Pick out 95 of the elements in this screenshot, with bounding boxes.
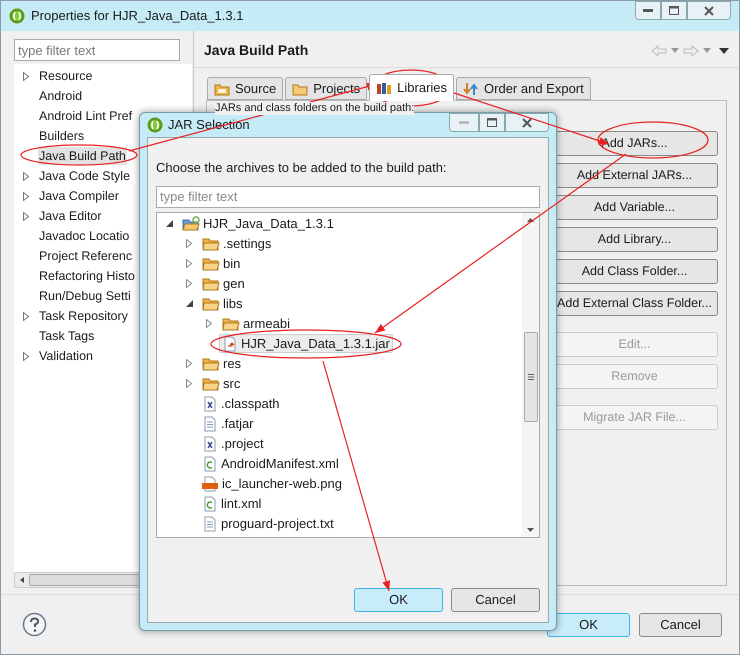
prompt-text: Choose the archives to be added to the build path: [156,159,448,177]
folder-icon [202,376,220,392]
tree-item[interactable]: ic_launcher-web.png [199,474,345,493]
close-button[interactable] [687,1,731,20]
maximize-button[interactable] [479,113,505,132]
expand-arrow-icon[interactable] [23,72,29,80]
folder-icon [214,82,230,96]
minimize-icon [459,120,469,124]
expand-arrow-icon[interactable] [23,212,29,220]
tree-item[interactable]: Task Tags [14,326,96,346]
dialog-button[interactable]: Cancel [639,612,722,636]
tree-item[interactable]: Java Editor [14,206,103,226]
page-title: Java Build Path [204,41,308,60]
minimize-button[interactable] [635,1,661,20]
folder-icon [202,256,220,272]
folder-icon [202,356,220,372]
scrollbar-thumb[interactable] [524,332,538,422]
collapse-arrow-icon[interactable] [186,300,192,307]
dialog-button[interactable]: Cancel [451,588,540,612]
tree-item[interactable]: Java Code Style [14,166,132,186]
xml-file-icon [202,436,218,452]
filter-field[interactable]: type filter text [14,39,180,61]
expand-arrow-icon[interactable] [186,379,192,388]
description-text: JARs and class folders on the build path: [215,102,414,115]
tree-item[interactable]: Android [14,86,84,106]
xml-file-icon [202,396,218,412]
minimize-icon [643,8,653,12]
tab[interactable]: Projects [285,77,368,100]
tree-item[interactable]: Android Lint Pref [14,106,134,126]
folder-icon [222,316,240,332]
help-icon[interactable] [22,612,47,637]
tree-item[interactable]: Java Compiler [14,186,120,206]
app-icon [9,8,25,24]
expand-arrow-icon[interactable] [186,239,192,248]
tree-item[interactable]: gen [199,274,248,293]
window-title: Properties for HJR_Java_Data_1.3.1 [31,7,244,26]
tab[interactable]: Source [207,77,284,100]
text-file-icon [202,416,218,432]
dropdown-icon[interactable] [671,48,679,53]
tree-item[interactable]: .fatjar [199,414,257,433]
tree-item[interactable]: src [199,374,244,393]
dialog-button[interactable]: OK [354,588,443,612]
vertical-scrollbar[interactable] [522,212,539,536]
tree-item[interactable]: Javadoc Locatio [14,226,130,246]
dropdown-icon[interactable] [703,48,711,53]
folder-icon [202,236,220,252]
tree-item[interactable]: .classpath [199,394,283,413]
tree-item[interactable]: Project Referenc [14,246,134,266]
folder-icon [202,296,220,312]
tree-item[interactable]: Resource [14,66,94,86]
expand-arrow-icon[interactable] [23,312,29,320]
expand-arrow-icon[interactable] [206,319,212,328]
tree-item[interactable]: .settings [199,234,274,253]
expand-arrow-icon[interactable] [186,359,192,368]
image-file-icon [202,476,219,492]
tree-item[interactable]: HJR_Java_Data_1.3.1 [179,214,337,233]
android-file-icon [202,496,218,512]
tree-item[interactable]: AndroidManifest.xml [199,454,342,473]
expand-arrow-icon[interactable] [186,279,192,288]
folder-icon [202,276,220,292]
maximize-icon [669,6,679,15]
tree-item[interactable]: armeabi [219,314,293,333]
close-button[interactable] [505,113,549,132]
android-file-icon [202,456,218,472]
maximize-icon [487,118,497,127]
collapse-arrow-icon[interactable] [166,220,172,227]
project-folder-icon [182,216,200,232]
tab[interactable]: Order and Export [456,77,591,100]
tree-item[interactable]: Run/Debug Setti [14,286,132,306]
jar-file-icon [222,336,238,352]
expand-arrow-icon[interactable] [23,172,29,180]
tree-item[interactable]: libs [199,294,246,313]
expand-arrow-icon[interactable] [23,352,29,360]
filter-field[interactable]: type filter text [156,186,540,208]
tree-item[interactable]: lint.xml [199,494,264,513]
close-icon [522,118,532,128]
text-file-icon [202,516,218,532]
tree-item[interactable]: proguard-project.txt [199,514,337,533]
folder-icon [292,82,308,96]
tree-item[interactable]: HJR_Java_Data_1.3.1.jar [219,334,393,353]
dialog-button[interactable]: OK [547,612,630,636]
tree-item[interactable]: bin [199,254,244,273]
expand-arrow-icon[interactable] [23,192,29,200]
tree-item[interactable]: .project [199,434,267,453]
sort-arrows-icon [463,82,480,96]
tree-item[interactable]: Task Repository [14,306,129,326]
tree-item[interactable]: Builders [14,126,86,146]
view-menu-icon[interactable] [719,48,729,54]
app-icon [147,117,163,133]
tree-item[interactable]: Refactoring Histo [14,266,136,286]
maximize-button[interactable] [661,1,687,20]
tree-item[interactable]: Validation [14,346,94,366]
tree-item[interactable]: res [199,354,244,373]
close-icon [704,6,714,16]
expand-arrow-icon[interactable] [186,259,192,268]
